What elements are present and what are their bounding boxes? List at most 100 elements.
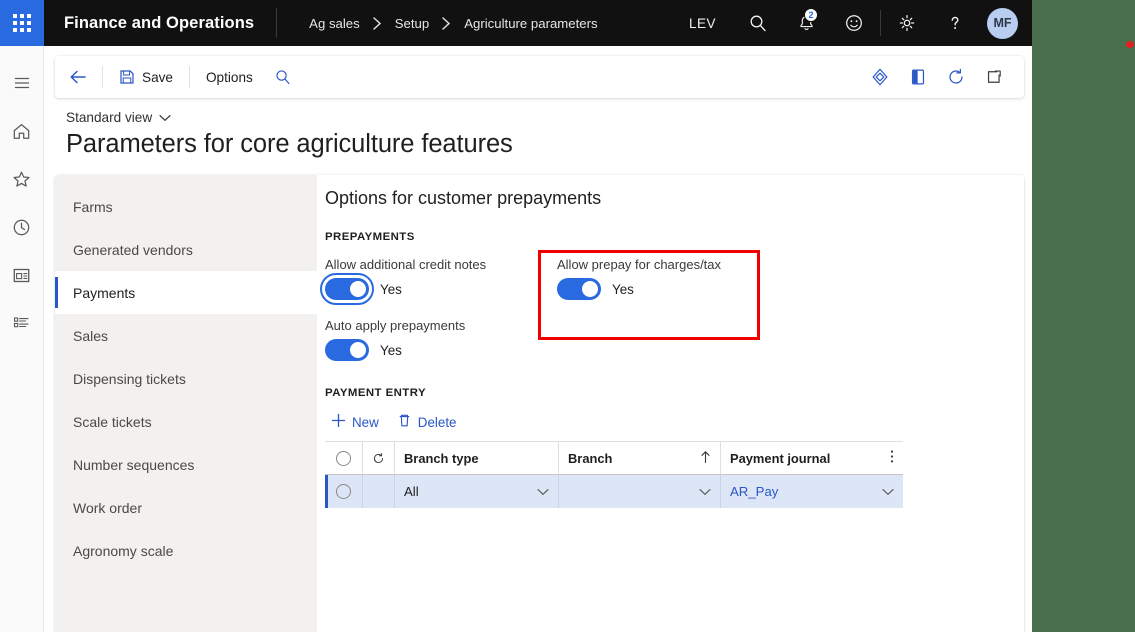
command-divider-1: [102, 66, 103, 88]
sidebar-item-label: Scale tickets: [73, 413, 152, 430]
sidebar-item-work-order[interactable]: Work order: [55, 486, 317, 529]
grid-column-header-branch-type[interactable]: Branch type: [395, 442, 559, 474]
search-icon[interactable]: [266, 62, 300, 92]
sidebar-item-farms[interactable]: Farms: [55, 185, 317, 228]
sidebar-item-number-sequences[interactable]: Number sequences: [55, 443, 317, 486]
sidebar-item-label: Number sequences: [73, 456, 195, 473]
payment-entry-grid: Branch type Branch Payment journal All A…: [325, 441, 903, 598]
field-label: Allow additional credit notes: [325, 257, 487, 272]
top-navigation-bar: Finance and Operations Ag sales Setup Ag…: [0, 0, 1032, 46]
payment-entry-toolbar: New Delete: [331, 413, 1024, 431]
bell-icon[interactable]: 2: [782, 0, 830, 46]
save-disk-icon: [119, 69, 135, 85]
left-navigation-rail: [0, 46, 44, 632]
column-label: Payment journal: [730, 450, 831, 466]
toggle-knob: [350, 281, 366, 297]
sidebar-item-label: Dispensing tickets: [73, 370, 186, 387]
trash-icon: [397, 413, 412, 431]
field-allow-additional-credit-notes: Allow additional credit notes Yes: [320, 257, 557, 305]
page-title: Parameters for core agriculture features: [66, 130, 513, 158]
workspace-icon[interactable]: [0, 254, 44, 296]
app-launcher-icon[interactable]: [0, 0, 44, 46]
field-label: Auto apply prepayments: [325, 318, 466, 333]
attachments-icon[interactable]: [902, 62, 934, 92]
chevron-down-icon[interactable]: [882, 484, 894, 499]
toggle-knob: [582, 281, 598, 297]
sidebar-item-agronomy-scale[interactable]: Agronomy scale: [55, 529, 317, 572]
smiley-icon[interactable]: [830, 0, 878, 46]
hamburger-icon[interactable]: [0, 62, 44, 104]
sort-ascending-icon: [700, 450, 711, 467]
sidebar-item-scale-tickets[interactable]: Scale tickets: [55, 400, 317, 443]
more-vertical-icon[interactable]: [890, 449, 894, 467]
notification-badge: 2: [804, 8, 818, 22]
section-navigation-panel: Farms Generated vendors Payments Sales D…: [55, 175, 317, 632]
command-bar-right-group: [864, 62, 1016, 92]
clock-icon[interactable]: [0, 206, 44, 248]
field-allow-prepay-for-charges-tax: Allow prepay for charges/tax Yes: [557, 257, 837, 300]
star-icon[interactable]: [0, 158, 44, 200]
toggle-auto-apply-prepayments[interactable]: [325, 339, 369, 361]
topbar-right-group: LEV 2 MF: [671, 0, 1032, 46]
section-heading: Options for customer prepayments: [325, 188, 602, 208]
field-auto-apply-prepayments: Auto apply prepayments Yes: [325, 318, 557, 361]
grid-column-header-payment-journal[interactable]: Payment journal: [721, 442, 903, 474]
radio-unselected-icon: [336, 450, 351, 466]
question-icon[interactable]: [931, 0, 979, 46]
breadcrumb-item-1[interactable]: Setup: [385, 16, 439, 31]
chevron-down-icon[interactable]: [537, 484, 549, 499]
table-row[interactable]: All AR_Pay: [325, 475, 903, 508]
app-title[interactable]: Finance and Operations: [44, 8, 278, 38]
row-select-icon[interactable]: [325, 475, 363, 508]
select-all-icon[interactable]: [325, 442, 363, 474]
breadcrumb-item-0[interactable]: Ag sales: [299, 16, 370, 31]
refresh-icon[interactable]: [940, 62, 972, 92]
prepayments-group-label: PREPAYMENTS: [325, 231, 415, 243]
prepayments-column-right: Allow prepay for charges/tax Yes: [557, 257, 837, 379]
main-content-pane: Options for customer prepayments PREPAYM…: [317, 175, 1024, 632]
sidebar-item-sales[interactable]: Sales: [55, 314, 317, 357]
grid-empty-area: [325, 508, 903, 598]
grid-column-header-branch[interactable]: Branch: [559, 442, 721, 474]
sidebar-item-label: Sales: [73, 327, 109, 344]
chevron-down-icon[interactable]: [699, 484, 711, 499]
toggle-value: Yes: [380, 342, 402, 358]
view-selector-label: Standard view: [66, 110, 153, 125]
cell-payment-journal[interactable]: AR_Pay: [721, 475, 903, 508]
payment-entry-group-label: PAYMENT ENTRY: [325, 387, 426, 399]
prepayments-fields: Allow additional credit notes Yes Auto a…: [320, 257, 1024, 379]
home-icon[interactable]: [0, 110, 44, 152]
sidebar-item-generated-vendors[interactable]: Generated vendors: [55, 228, 317, 271]
company-label[interactable]: LEV: [671, 16, 734, 31]
search-icon[interactable]: [734, 0, 782, 46]
sidebar-item-dispensing-tickets[interactable]: Dispensing tickets: [55, 357, 317, 400]
radio-unselected-icon: [336, 484, 351, 499]
application-window: Finance and Operations Ag sales Setup Ag…: [0, 0, 1032, 632]
delete-label: Delete: [417, 414, 457, 430]
toggle-allow-prepay-for-charges-tax[interactable]: [557, 278, 601, 300]
sidebar-item-payments[interactable]: Payments: [55, 271, 317, 314]
gear-icon[interactable]: [883, 0, 931, 46]
view-selector[interactable]: Standard view: [66, 110, 171, 125]
options-label: Options: [205, 69, 253, 85]
command-bar: Save Options: [55, 56, 1024, 98]
delete-button[interactable]: Delete: [397, 413, 457, 431]
relationships-icon[interactable]: [864, 62, 896, 92]
open-in-new-window-icon[interactable]: [978, 62, 1010, 92]
sidebar-item-label: Payments: [73, 284, 136, 301]
back-arrow-icon[interactable]: [61, 62, 95, 92]
grid-refresh-icon[interactable]: [363, 442, 395, 474]
breadcrumb-item-2[interactable]: Agriculture parameters: [454, 16, 607, 31]
sidebar-item-label: Agronomy scale: [73, 542, 174, 559]
save-button[interactable]: Save: [110, 62, 182, 92]
breadcrumb: Ag sales Setup Agriculture parameters: [277, 16, 607, 31]
sidebar-item-label: Work order: [73, 499, 142, 516]
cell-branch[interactable]: [559, 475, 721, 508]
modules-icon[interactable]: [0, 302, 44, 344]
toggle-value: Yes: [380, 281, 402, 297]
toggle-allow-additional-credit-notes[interactable]: [320, 273, 374, 305]
avatar[interactable]: MF: [987, 7, 1018, 39]
new-button[interactable]: New: [331, 413, 379, 431]
cell-branch-type[interactable]: All: [395, 475, 559, 508]
options-button[interactable]: Options: [197, 62, 262, 92]
